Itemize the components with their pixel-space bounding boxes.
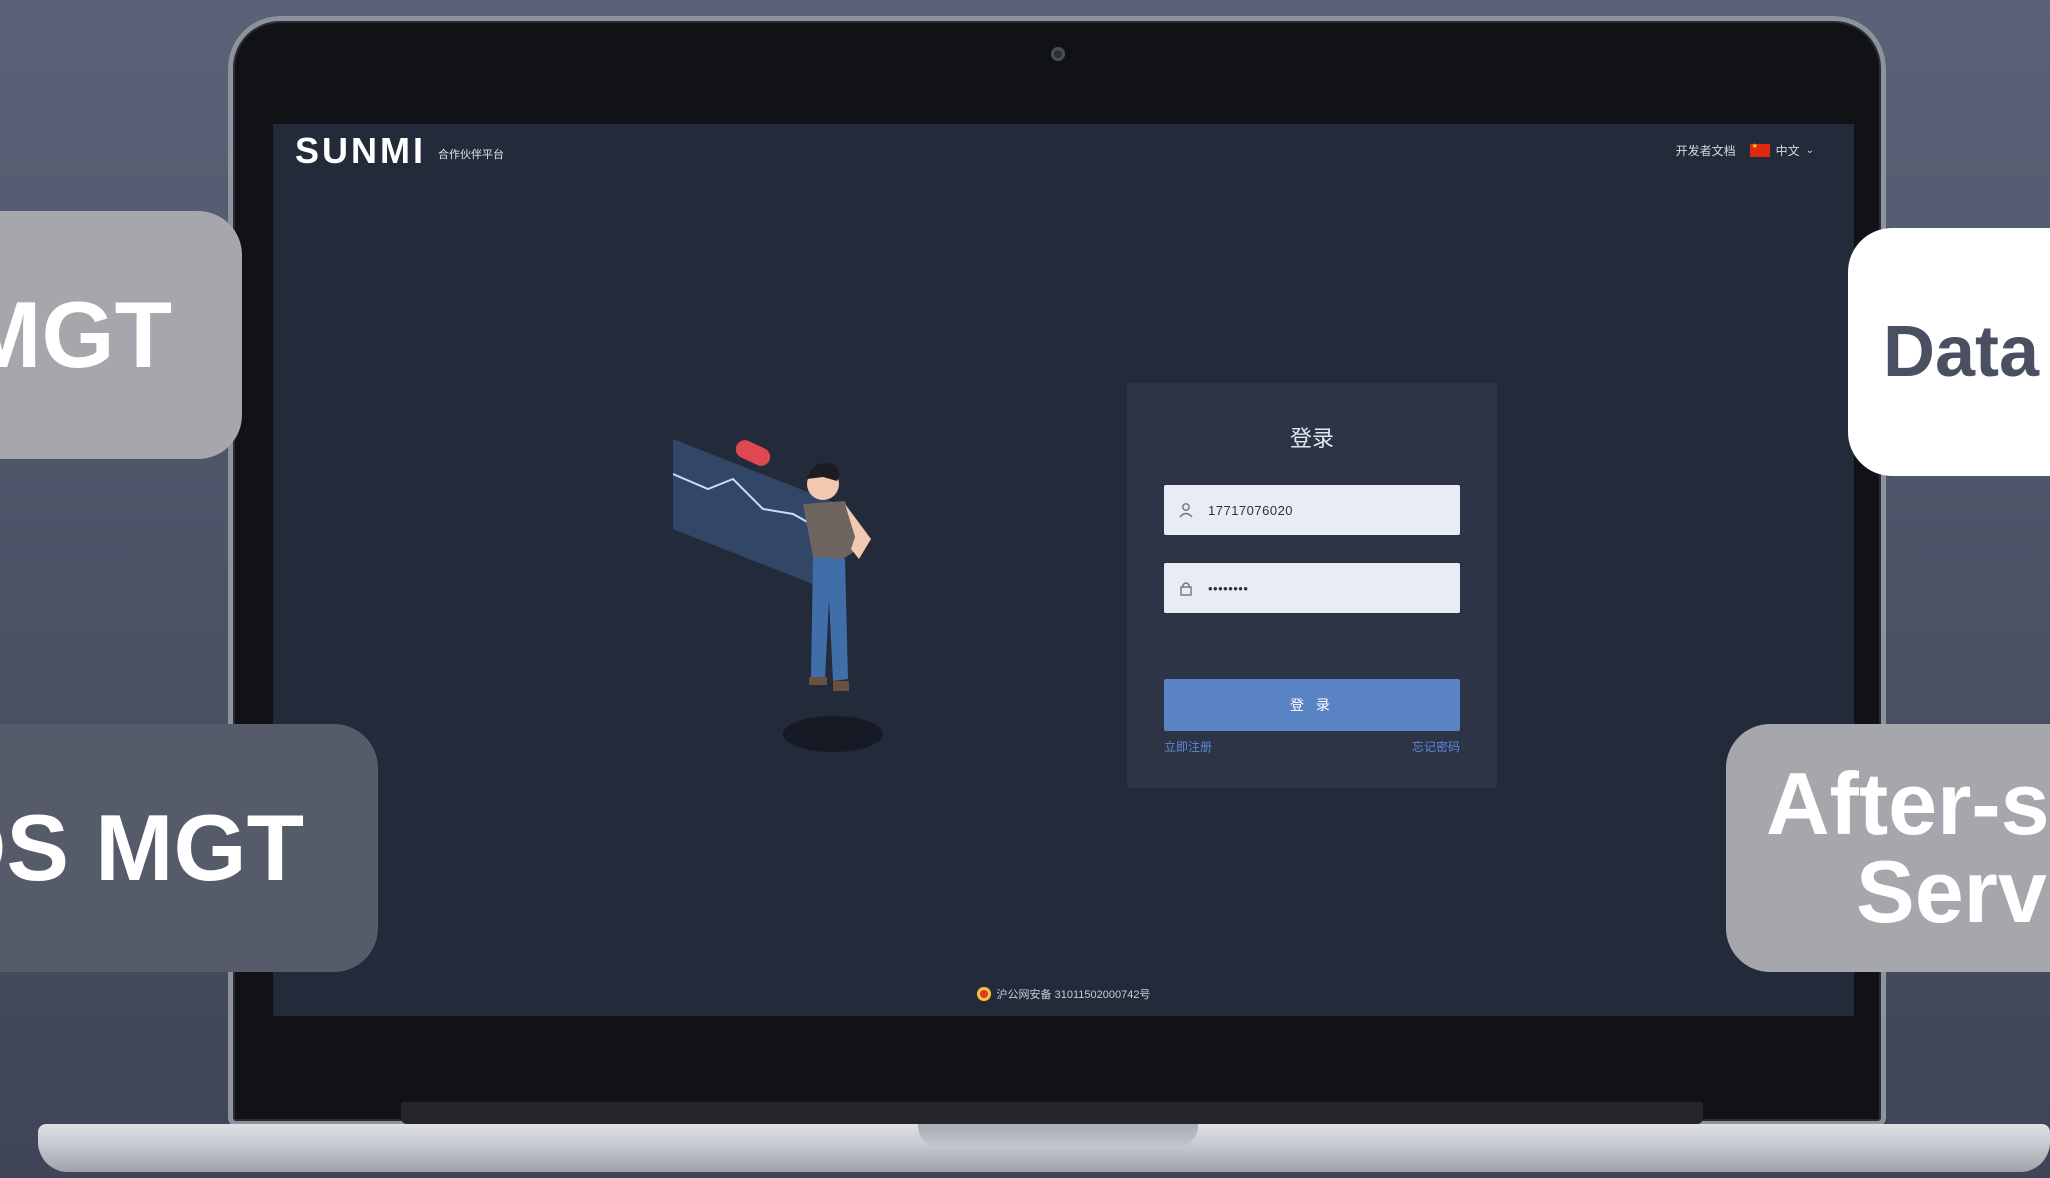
forgot-password-link[interactable]: 忘记密码	[1412, 738, 1460, 755]
developer-docs-link[interactable]: 开发者文档	[1676, 142, 1736, 159]
feature-pill-mgt-label: MGT	[0, 282, 172, 387]
brand-logo[interactable]: SUNMI 合作伙伴平台	[295, 130, 504, 172]
login-card: 登录 17717076020 •••••••• 登 录 立即注册 忘记密码	[1127, 383, 1497, 788]
chevron-down-icon: ⌄	[1805, 145, 1814, 156]
user-icon	[1164, 502, 1208, 518]
feature-pill-mgt: MGT	[0, 211, 242, 459]
password-value: ••••••••	[1208, 580, 1249, 596]
lock-icon	[1164, 580, 1208, 596]
feature-pill-after-sales-line1: After-s	[1766, 754, 2050, 853]
feature-pill-after-sales: After-s Serv	[1726, 724, 2050, 972]
laptop-chin	[401, 1102, 1703, 1124]
feature-pill-os-mgt: OS MGT	[0, 724, 378, 972]
login-screen: SUNMI 合作伙伴平台 开发者文档 中文 ⌄ 登录 17717076020	[273, 124, 1854, 1016]
china-flag-icon	[1749, 142, 1770, 157]
footer: 沪公网安备 31011502000742号	[273, 986, 1854, 1002]
password-field[interactable]: ••••••••	[1164, 563, 1460, 613]
username-value: 17717076020	[1208, 502, 1294, 518]
logo-subtitle: 合作伙伴平台	[438, 149, 504, 161]
top-nav: 开发者文档 中文 ⌄	[1676, 142, 1814, 159]
register-link[interactable]: 立即注册	[1164, 738, 1212, 755]
feature-pill-os-mgt-label: OS MGT	[0, 795, 304, 900]
laptop-notch	[918, 1124, 1198, 1148]
language-label: 中文	[1775, 144, 1800, 158]
icp-record[interactable]: 沪公网安备 31011502000742号	[997, 986, 1151, 1002]
camera-icon	[1051, 47, 1065, 61]
feature-pill-data: Data	[1848, 228, 2050, 476]
username-field[interactable]: 17717076020	[1164, 485, 1460, 535]
language-selector[interactable]: 中文 ⌄	[1749, 142, 1814, 159]
feature-pill-after-sales-line2: Serv	[1856, 842, 2047, 941]
login-button[interactable]: 登 录	[1164, 679, 1460, 731]
login-title: 登录	[1289, 426, 1334, 451]
police-emblem-icon	[976, 987, 991, 1001]
logo-wordmark: SUNMI	[295, 130, 426, 171]
feature-pill-data-label: Data	[1883, 312, 2040, 392]
person-illustration	[673, 439, 883, 752]
